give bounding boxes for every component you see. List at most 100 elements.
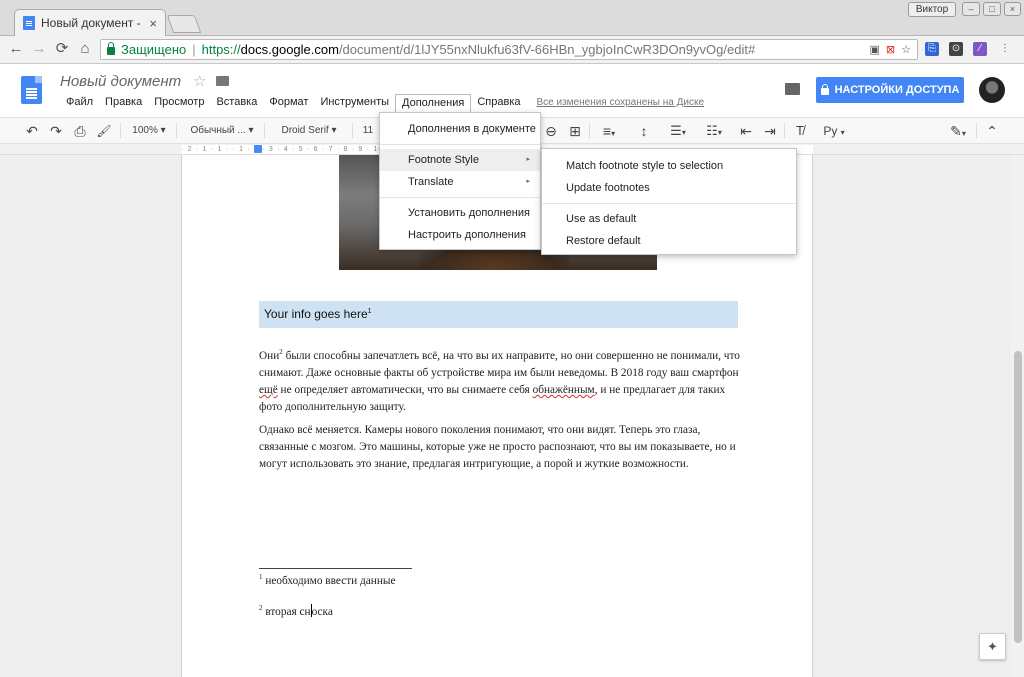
footnote-style-submenu: Match footnote style to selection Update… [541, 148, 797, 255]
input-tools-select[interactable]: Ру ▾ [818, 121, 850, 141]
bullet-list-icon[interactable]: ☷▾ [700, 121, 728, 141]
profile-chip[interactable]: Виктор [908, 2, 956, 17]
dict-extension-icon[interactable]: ⎘ [925, 42, 939, 56]
comments-icon[interactable] [785, 83, 800, 95]
menu-1[interactable]: Правка [99, 94, 148, 112]
link-icon[interactable]: ⊖ [541, 121, 561, 141]
tab-close-icon[interactable]: × [149, 16, 157, 31]
docs-favicon-icon [23, 16, 35, 30]
insert-comment-icon[interactable]: ⊞ [565, 121, 585, 141]
url-scheme: https:// [201, 42, 241, 57]
url-host: docs.google.com [240, 42, 339, 57]
footnote-divider [259, 568, 412, 569]
share-button[interactable]: НАСТРОЙКИ ДОСТУПА [816, 77, 964, 103]
scrollbar-thumb[interactable] [1014, 351, 1022, 643]
tab-title: Новый документ - Go [41, 16, 143, 30]
align-icon[interactable]: ≡▾ [595, 121, 623, 141]
menu-item-footnote-style[interactable]: Footnote Style ▸ [380, 149, 540, 171]
chevron-down-icon: ▾ [717, 128, 722, 137]
minimize-button[interactable]: – [962, 2, 980, 16]
paragraph-1-word: Они [259, 349, 280, 362]
menu-item-match-footnote-style[interactable]: Match footnote style to selection [542, 155, 796, 177]
docs-header: Новый документ ☆ Файл Правка Просмотр Встав… [0, 65, 1024, 117]
star-icon[interactable]: ☆ [193, 72, 206, 90]
clear-formatting-icon[interactable]: T̸ [790, 121, 810, 141]
misspelled-word[interactable]: обнажённым [533, 384, 595, 396]
browser-tab[interactable]: Новый документ - Go × [14, 9, 166, 36]
font-size-select[interactable]: 11 [358, 121, 378, 141]
menu-bar: Файл Правка Просмотр Вставка Формат Инструмен… [60, 94, 704, 112]
menu-4[interactable]: Формат [263, 94, 314, 112]
pocket-extension-icon[interactable]: ⊙ [949, 42, 963, 56]
footnote-text: вторая сн [262, 606, 311, 618]
misspelled-word[interactable]: ещё [259, 384, 278, 396]
paragraph-style-value: Обычный ... [190, 125, 246, 136]
paragraph-style-select[interactable]: Обычный ... ▾ [184, 121, 260, 141]
numbered-list-icon[interactable]: ☰▾ [664, 121, 692, 141]
footnote-ref-1[interactable]: 1 [368, 308, 372, 315]
address-input[interactable]: Защищено | https:// docs.google.com /doc… [100, 39, 918, 60]
docs-logo-icon[interactable] [21, 76, 42, 104]
footnote-1[interactable]: 1 необходимо ввести данные [259, 573, 395, 587]
decrease-indent-icon[interactable]: ⇤ [736, 121, 756, 141]
popup-blocked-icon[interactable]: ⊠ [886, 43, 895, 56]
paragraph-2[interactable]: Однако всё меняется. Камеры нового покол… [259, 422, 743, 473]
folder-icon[interactable] [216, 76, 229, 86]
pen-extension-icon[interactable]: ∕ [973, 42, 987, 56]
toolbar-divider [784, 123, 785, 139]
zoom-select[interactable]: 100% ▾ [128, 121, 170, 141]
menu-item-install-addons[interactable]: Установить дополнения [380, 202, 540, 224]
home-icon[interactable]: ⌂ [75, 39, 95, 59]
document-title[interactable]: Новый документ [60, 73, 181, 90]
chevron-down-icon: ▾ [160, 125, 166, 136]
editing-mode-icon[interactable]: ✎▾ [944, 121, 972, 141]
menu-item-update-footnotes[interactable]: Update footnotes [542, 177, 796, 199]
url-path: /document/d/1lJY55nxNlukfu63fV-66HBn_ygb… [338, 42, 756, 57]
toolbar-divider [352, 123, 353, 139]
new-tab-button[interactable] [166, 15, 202, 33]
chevron-down-icon: ▾ [961, 129, 966, 138]
avatar[interactable] [979, 77, 1005, 103]
menu-0[interactable]: Файл [60, 94, 99, 112]
bullet-list-glyph: ☷ [706, 123, 718, 138]
menu-item-label: Translate [408, 176, 454, 188]
paragraph-1[interactable]: Они2 были способны запечатлеть всё, на ч… [259, 344, 743, 416]
footnote-text: оска [311, 606, 333, 618]
menu-item-label: Footnote Style [408, 154, 479, 166]
back-icon[interactable]: ← [6, 39, 26, 59]
info-box[interactable]: Your info goes here1 [259, 301, 738, 328]
menu-7[interactable]: Справка [471, 94, 526, 112]
undo-icon[interactable]: ↶ [22, 121, 42, 141]
reload-icon[interactable]: ⟳ [52, 39, 72, 59]
addons-menu: Дополнения в документе Footnote Style ▸ … [379, 112, 541, 250]
collapse-menu-icon[interactable]: ⌃ [982, 121, 1002, 141]
print-icon[interactable]: ⎙ [70, 121, 90, 141]
menu-6[interactable]: Дополнения [395, 94, 472, 112]
menu-item-addons-in-document[interactable]: Дополнения в документе [380, 118, 540, 140]
close-window-button[interactable]: × [1004, 2, 1021, 16]
menu-item-use-as-default[interactable]: Use as default [542, 208, 796, 230]
menu-extension-icon[interactable]: ⋮ [998, 42, 1012, 56]
camera-icon[interactable]: ▣ [870, 43, 880, 56]
explore-icon[interactable]: ✦ [979, 633, 1006, 660]
save-status[interactable]: Все изменения сохранены на Диске [537, 94, 705, 112]
indent-marker-icon[interactable] [254, 145, 262, 153]
menu-item-restore-default[interactable]: Restore default [542, 230, 796, 252]
menu-3[interactable]: Вставка [210, 94, 263, 112]
menu-2[interactable]: Просмотр [148, 94, 210, 112]
scrollbar[interactable] [1011, 155, 1024, 677]
menu-item-manage-addons[interactable]: Настроить дополнения [380, 224, 540, 246]
forward-icon[interactable]: → [29, 39, 49, 59]
menu-item-translate[interactable]: Translate ▸ [380, 171, 540, 193]
footnote-2[interactable]: 2 вторая сноска [259, 604, 333, 618]
redo-icon[interactable]: ↷ [46, 121, 66, 141]
increase-indent-icon[interactable]: ⇥ [760, 121, 780, 141]
menu-divider [380, 197, 540, 198]
maximize-button[interactable]: □ [983, 2, 1001, 16]
paint-format-icon[interactable]: 🖌 [94, 121, 114, 141]
bookmark-star-icon[interactable]: ☆ [901, 43, 911, 56]
font-select[interactable]: Droid Serif ▾ [272, 121, 346, 141]
line-spacing-icon[interactable]: ↕ [634, 121, 654, 141]
menu-divider [542, 203, 796, 204]
menu-5[interactable]: Инструменты [314, 94, 395, 112]
